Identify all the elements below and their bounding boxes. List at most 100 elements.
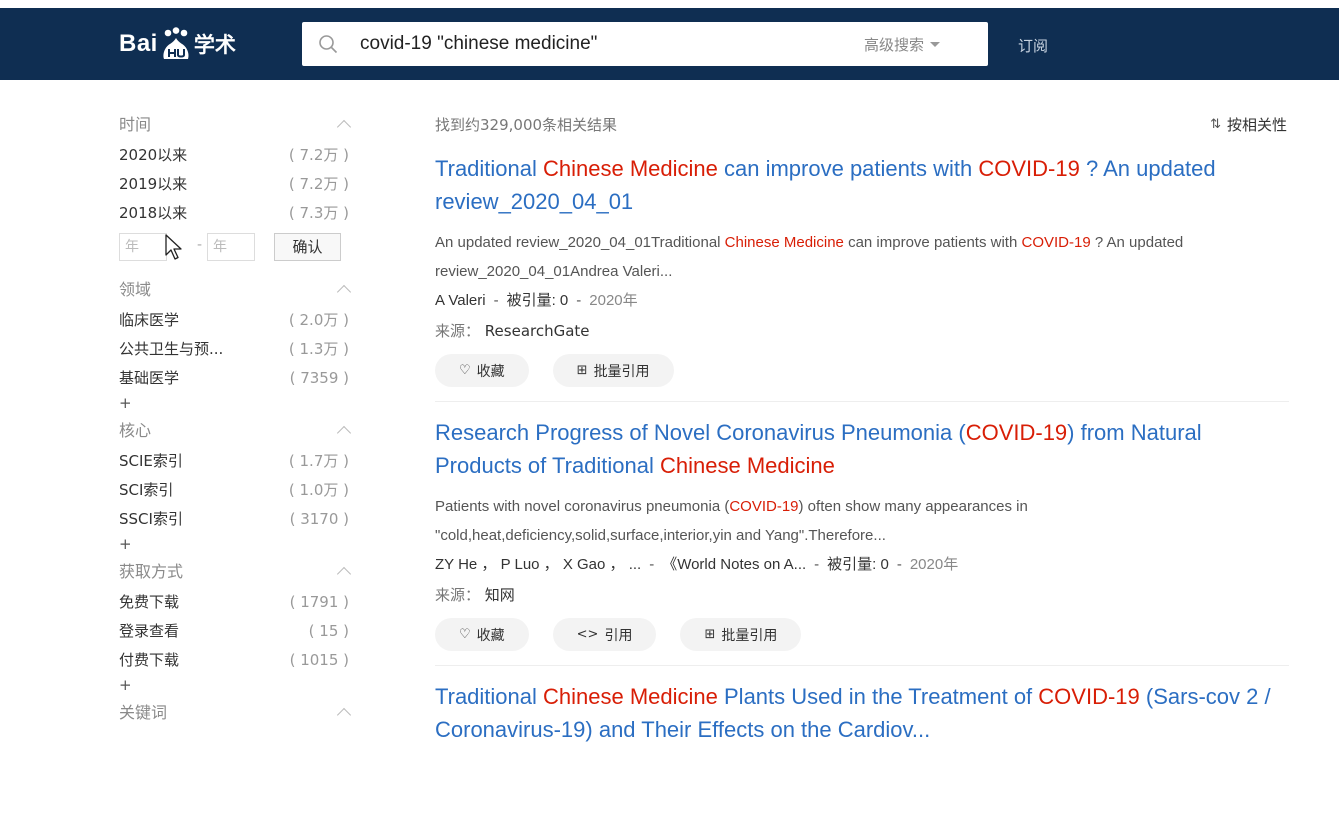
chevron-up-icon[interactable] (336, 119, 352, 135)
batch-cite-button[interactable]: ⊞ 批量引用 (552, 354, 674, 387)
advanced-search-label: 高级搜索 (864, 36, 925, 54)
subscribe-link[interactable]: 订阅 (1018, 35, 1048, 56)
filter-item[interactable]: 临床医学( 2.0万 ) (119, 309, 349, 338)
publish-year: 2020年 (909, 556, 959, 573)
filter-count: ( 7.2万 ) (288, 175, 349, 193)
filter-group-access: 获取方式 免费下载( 1791 ) 登录查看( 15 ) 付费下载( 1015 … (119, 559, 352, 700)
top-bar: Bai 学术 高级搜索 订阅 (0, 8, 1339, 80)
filter-item[interactable]: 2019以来( 7.2万 ) (119, 173, 349, 202)
search-box: 高级搜索 (302, 22, 988, 66)
result-title[interactable]: Research Progress of Novel Coronavirus P… (435, 416, 1289, 482)
filter-count: ( 1015 ) (289, 651, 349, 669)
filter-title-keywords[interactable]: 关键词 (119, 700, 352, 732)
sort-label: 按相关性 (1226, 116, 1287, 134)
filter-item[interactable]: 2018以来( 7.3万 ) (119, 202, 349, 231)
advanced-search-dropdown[interactable]: 高级搜索 (864, 34, 941, 55)
chevron-up-icon[interactable] (336, 566, 352, 582)
citation-count[interactable]: 被引量: 0 (507, 292, 569, 309)
filter-group-time: 时间 2020以来( 7.2万 ) 2019以来( 7.2万 ) 2018以来(… (119, 112, 352, 263)
mouse-cursor-icon (164, 233, 186, 261)
result-actions: ♡ 收藏 <> 引用 ⊞ 批量引用 (435, 618, 1289, 651)
filter-item[interactable]: 免费下载( 1791 ) (119, 591, 349, 620)
filter-item[interactable]: SSCI索引( 3170 ) (119, 508, 349, 537)
filter-count: ( 1.3万 ) (288, 340, 349, 358)
chevron-up-icon[interactable] (336, 425, 352, 441)
filter-count: ( 1.0万 ) (288, 481, 349, 499)
source-link[interactable]: 知网 (485, 586, 515, 604)
search-icon[interactable] (318, 34, 338, 54)
heart-icon: ♡ (459, 363, 471, 378)
journal-link[interactable]: 《World Notes on A... (662, 556, 806, 573)
caret-down-icon (930, 42, 941, 47)
folder-plus-icon: ⊞ (576, 363, 588, 378)
filter-title-time[interactable]: 时间 (119, 112, 352, 144)
filter-count: ( 1.7万 ) (288, 452, 349, 470)
filter-item[interactable]: 基础医学( 7359 ) (119, 367, 349, 396)
result-item: Research Progress of Novel Coronavirus P… (435, 416, 1289, 666)
filter-title-core[interactable]: 核心 (119, 418, 352, 450)
sort-by-relevance[interactable]: ⇅ 按相关性 (1210, 112, 1287, 138)
filter-group-field: 领域 临床医学( 2.0万 ) 公共卫生与预...( 1.3万 ) 基础医学( … (119, 277, 352, 418)
filter-title-access[interactable]: 获取方式 (119, 559, 352, 591)
result-meta: ZY He ， P Luo ， X Gao ， ... - 《World Notes… (435, 556, 959, 573)
year-to-input[interactable]: 年 (207, 233, 255, 261)
cite-button[interactable]: <> 引用 (552, 618, 657, 651)
year-confirm-button[interactable]: 确认 (274, 233, 341, 261)
filter-sidebar: 时间 2020以来( 7.2万 ) 2019以来( 7.2万 ) 2018以来(… (119, 112, 352, 732)
filter-item[interactable]: SCIE索引( 1.7万 ) (119, 450, 349, 479)
result-source: 来源： 知网 (435, 586, 515, 604)
search-input[interactable] (360, 29, 840, 59)
author-link[interactable]: ZY He ， P Luo ， X Gao ， ... (435, 556, 641, 573)
filter-item[interactable]: 2020以来( 7.2万 ) (119, 144, 349, 173)
publish-year: 2020年 (589, 292, 638, 309)
heart-icon: ♡ (459, 627, 471, 642)
filter-count: ( 7.2万 ) (288, 146, 349, 164)
paw-logo-icon (160, 27, 192, 61)
filter-count: ( 1791 ) (289, 593, 349, 611)
citation-count[interactable]: 被引量: 0 (827, 556, 889, 573)
chevron-up-icon[interactable] (336, 284, 352, 300)
expand-more-button[interactable]: + (119, 678, 349, 700)
logo-suffix: 学术 (193, 33, 236, 57)
sort-icon: ⇅ (1210, 117, 1221, 132)
filter-item[interactable]: SCI索引( 1.0万 ) (119, 479, 349, 508)
batch-cite-button[interactable]: ⊞ 批量引用 (680, 618, 802, 651)
chevron-up-icon[interactable] (336, 707, 352, 723)
baidu-scholar-logo[interactable]: Bai 学术 (119, 25, 236, 63)
filter-group-core: 核心 SCIE索引( 1.7万 ) SCI索引( 1.0万 ) SSCI索引( … (119, 418, 352, 559)
filter-item[interactable]: 公共卫生与预...( 1.3万 ) (119, 338, 349, 367)
filter-count: ( 7.3万 ) (288, 204, 349, 222)
favorite-button[interactable]: ♡ 收藏 (435, 618, 529, 651)
source-link[interactable]: ResearchGate (485, 322, 590, 340)
year-from-input[interactable]: 年 (119, 233, 167, 261)
results-header: 找到约329,000条相关结果 ⇅ 按相关性 (435, 112, 1289, 140)
result-abstract: Patients with novel coronavirus pneumoni… (435, 498, 1028, 544)
year-range-dash: - (197, 237, 203, 253)
result-title[interactable]: Traditional Chinese Medicine Plants Used… (435, 680, 1289, 746)
result-item: Traditional Chinese Medicine Plants Used… (435, 680, 1289, 760)
favorite-button[interactable]: ♡ 收藏 (435, 354, 529, 387)
code-icon: <> (576, 627, 599, 642)
result-source: 来源： ResearchGate (435, 322, 590, 340)
author-link[interactable]: A Valeri (435, 292, 486, 309)
expand-more-button[interactable]: + (119, 537, 349, 559)
filter-group-keywords: 关键词 (119, 700, 352, 732)
folder-plus-icon: ⊞ (704, 627, 716, 642)
expand-more-button[interactable]: + (119, 396, 349, 418)
filter-count: ( 7359 ) (289, 369, 349, 387)
result-actions: ♡ 收藏 ⊞ 批量引用 (435, 354, 1289, 387)
filter-title-field[interactable]: 领域 (119, 277, 352, 309)
result-count: 找到约329,000条相关结果 (435, 116, 618, 134)
year-range: 年 - 年 确认 (119, 233, 349, 263)
filter-item[interactable]: 付费下载( 1015 ) (119, 649, 349, 678)
filter-count: ( 3170 ) (289, 510, 349, 528)
filter-item[interactable]: 登录查看( 15 ) (119, 620, 349, 649)
result-item: Traditional Chinese Medicine can improve… (435, 152, 1289, 402)
filter-count: ( 2.0万 ) (288, 311, 349, 329)
results-panel: 找到约329,000条相关结果 ⇅ 按相关性 Traditional Chine… (435, 112, 1289, 774)
result-abstract: An updated review_2020_04_01Traditional … (435, 234, 1184, 280)
result-title[interactable]: Traditional Chinese Medicine can improve… (435, 152, 1289, 218)
filter-count: ( 15 ) (308, 622, 349, 640)
result-meta: A Valeri - 被引量: 0-2020年 (435, 292, 638, 309)
logo-text: Bai (119, 30, 158, 57)
